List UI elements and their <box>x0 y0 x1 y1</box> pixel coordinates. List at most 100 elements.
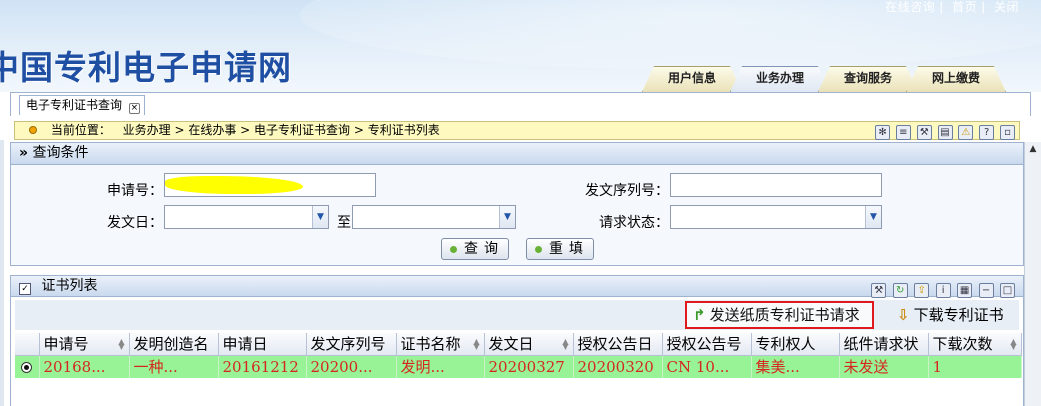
table-cell: 一种... <box>129 355 219 378</box>
send-paper-cert-request-button[interactable]: ↱ 发送纸质专利证书请求 <box>685 301 874 329</box>
table-cell: 20200320 <box>573 355 663 378</box>
column-header[interactable]: 授权公告号 <box>662 333 752 356</box>
top-link-consult[interactable]: 在线咨询 <box>885 0 935 14</box>
minimize-icon[interactable]: ▫ <box>1000 125 1015 140</box>
download-icon: ⇩ <box>897 306 910 324</box>
chevron-down-icon[interactable]: ▼ <box>865 206 881 228</box>
breadcrumb: 当前位置： 业务办理 > 在线办事 > 电子专利证书查询 > 专利证书列表 ✻ … <box>14 121 1020 140</box>
top-link-home[interactable]: 首页 <box>952 0 977 14</box>
left-divider <box>0 140 4 406</box>
site-title: 中国专利电子申请网 <box>0 48 292 87</box>
table-cell: 集美... <box>751 355 840 378</box>
table-cell: 未发送 <box>839 355 929 378</box>
table-cell: CN 10... <box>662 355 752 378</box>
scroll-up-icon[interactable]: ▲ <box>1025 144 1041 154</box>
search-button[interactable]: 查询 <box>441 238 509 260</box>
cert-table: 申请号 ▲ ▼ 发明创造名 申请日 发文序列号 证书名称 ▲ ▼ 发文日 ▲ ▼ 授权公告日… <box>15 333 1022 378</box>
reset-dot-icon <box>535 246 542 253</box>
breadcrumb-path: 业务办理 > 在线办事 > 电子专利证书查询 > 专利证书列表 <box>122 123 440 137</box>
site-header: 在线咨询 | 首页 | 关闭 中国专利电子申请网 用户信息 业务办理 查询服务 网上… <box>0 0 1041 92</box>
sort-icon: ▲ ▼ <box>118 337 125 351</box>
cert-list-toolbar: ↱ 发送纸质专利证书请求 ⇩ 下载专利证书 <box>15 300 1019 330</box>
chevron-down-icon[interactable]: ▼ <box>499 206 515 228</box>
tools-icon[interactable]: ⚒ <box>916 125 932 140</box>
list-panel-tools: ⚒ ↻ ⇪ i ▦ − □ <box>869 279 1015 300</box>
maximize-icon[interactable]: □ <box>1000 283 1015 298</box>
serial-no-label: 发文序列号： <box>585 183 669 199</box>
sort-icon: ▲ ▼ <box>1010 337 1017 351</box>
settings-icon[interactable]: ✻ <box>875 125 891 140</box>
column-header[interactable]: 申请日 <box>218 333 307 356</box>
grid-icon[interactable]: ▦ <box>957 283 973 298</box>
column-header[interactable]: 下载次数 ▲ ▼ <box>928 333 1022 356</box>
chevron-down-icon[interactable]: ▼ <box>312 206 328 228</box>
sort-icon: ▲ ▼ <box>473 337 480 351</box>
top-links: 在线咨询 | 首页 | 关闭 <box>885 0 1019 14</box>
nav-tab-user-info[interactable]: 用户信息 <box>642 66 742 92</box>
breadcrumb-prefix: 当前位置： <box>50 123 111 137</box>
forward-arrow-icon: ↱ <box>693 306 706 324</box>
issue-date-label: 发文日： <box>107 215 163 231</box>
request-status-label: 请求状态： <box>599 215 669 231</box>
request-status-select[interactable]: ▼ <box>670 205 882 229</box>
column-header[interactable]: 授权公告日 <box>573 333 663 356</box>
table-cell: 发明... <box>396 355 485 378</box>
query-panel-header: » 查询条件 <box>11 143 1023 165</box>
date-range-to-label: 至 <box>337 215 351 231</box>
column-header[interactable]: 发明创造名 <box>129 333 219 356</box>
vertical-scrollbar[interactable]: ▲ <box>1024 142 1041 406</box>
application-no-input[interactable] <box>164 173 376 197</box>
form-icon[interactable]: ▤ <box>937 125 953 140</box>
list-checkbox-icon: ✓ <box>19 283 31 295</box>
close-icon[interactable]: × <box>128 103 140 114</box>
column-header[interactable]: 纸件请求状 <box>839 333 929 356</box>
query-panel-title: 查询条件 <box>32 145 89 161</box>
column-header[interactable]: 申请号 ▲ ▼ <box>39 333 130 356</box>
cert-list-title: 证书列表 <box>41 278 98 294</box>
download-cert-button[interactable]: ⇩ 下载专利证书 <box>893 303 1004 327</box>
reset-button[interactable]: 重填 <box>526 238 594 260</box>
serial-no-input[interactable] <box>670 173 882 197</box>
table-header-row: 申请号 ▲ ▼ 发明创造名 申请日 发文序列号 证书名称 ▲ ▼ 发文日 ▲ ▼ 授权公告日… <box>15 333 1022 356</box>
minimize-icon[interactable]: − <box>978 283 994 298</box>
tools-icon[interactable]: ⚒ <box>871 283 887 298</box>
table-cell: 20200... <box>306 355 397 378</box>
export-icon[interactable]: ⇪ <box>914 283 930 298</box>
row-select-radio[interactable] <box>15 355 40 378</box>
issue-date-from-input[interactable]: ▼ <box>164 205 329 229</box>
column-header-select <box>15 333 40 356</box>
column-header[interactable]: 证书名称 ▲ ▼ <box>396 333 485 356</box>
doc-tab-label: 电子专利证书查询 <box>26 98 123 112</box>
refresh-icon[interactable]: ↻ <box>892 283 908 298</box>
issue-date-to-input[interactable]: ▼ <box>352 205 516 229</box>
help-icon[interactable]: ? <box>979 125 995 140</box>
column-header[interactable]: 专利权人 <box>751 333 840 356</box>
nav-tab-query-service[interactable]: 查询服务 <box>818 66 918 92</box>
cert-list-panel: ✓ 证书列表 ⚒ ↻ ⇪ i ▦ − □ ↱ 发送纸质专利证书请求 ⇩ 下载专利证书 <box>10 275 1024 406</box>
query-panel: » 查询条件 申请号： 发文序列号： 发文日： ▼ 至 ▼ 请求状态： ▼ 查询… <box>10 142 1024 266</box>
table-cell: 20161212 <box>218 355 307 378</box>
collapse-icon[interactable]: » <box>19 145 28 161</box>
nav-tab-online-payment[interactable]: 网上缴费 <box>906 66 1006 92</box>
table-cell: 20200327 <box>484 355 574 378</box>
warning-icon[interactable]: ⚠ <box>958 125 974 140</box>
location-icon <box>29 126 37 134</box>
table-row[interactable]: 20168... 一种... 20161212 20200... 发明... 2… <box>15 355 1022 378</box>
cert-list-header: ✓ 证书列表 ⚒ ↻ ⇪ i ▦ − □ <box>11 276 1023 300</box>
search-dot-icon <box>450 246 457 253</box>
radio-selected-icon[interactable] <box>21 361 33 373</box>
application-no-label: 申请号： <box>107 183 163 199</box>
table-cell: 1 <box>928 355 1022 378</box>
table-cell: 20168... <box>39 355 130 378</box>
breadcrumb-tools: ✻ ≡ ⚒ ▤ ⚠ ? ▫ <box>873 123 1015 140</box>
top-link-close[interactable]: 关闭 <box>994 0 1019 14</box>
document-tab-bar: 电子专利证书查询 × <box>10 92 1031 116</box>
nav-tab-business[interactable]: 业务办理 <box>730 66 830 92</box>
list-icon[interactable]: ≡ <box>895 125 911 140</box>
column-header[interactable]: 发文日 ▲ ▼ <box>484 333 574 356</box>
sort-icon: ▲ ▼ <box>562 337 569 351</box>
doc-tab-cert-query[interactable]: 电子专利证书查询 × <box>19 95 145 115</box>
redaction-mark <box>165 176 303 194</box>
column-header[interactable]: 发文序列号 <box>306 333 397 356</box>
info-icon[interactable]: i <box>935 283 951 298</box>
